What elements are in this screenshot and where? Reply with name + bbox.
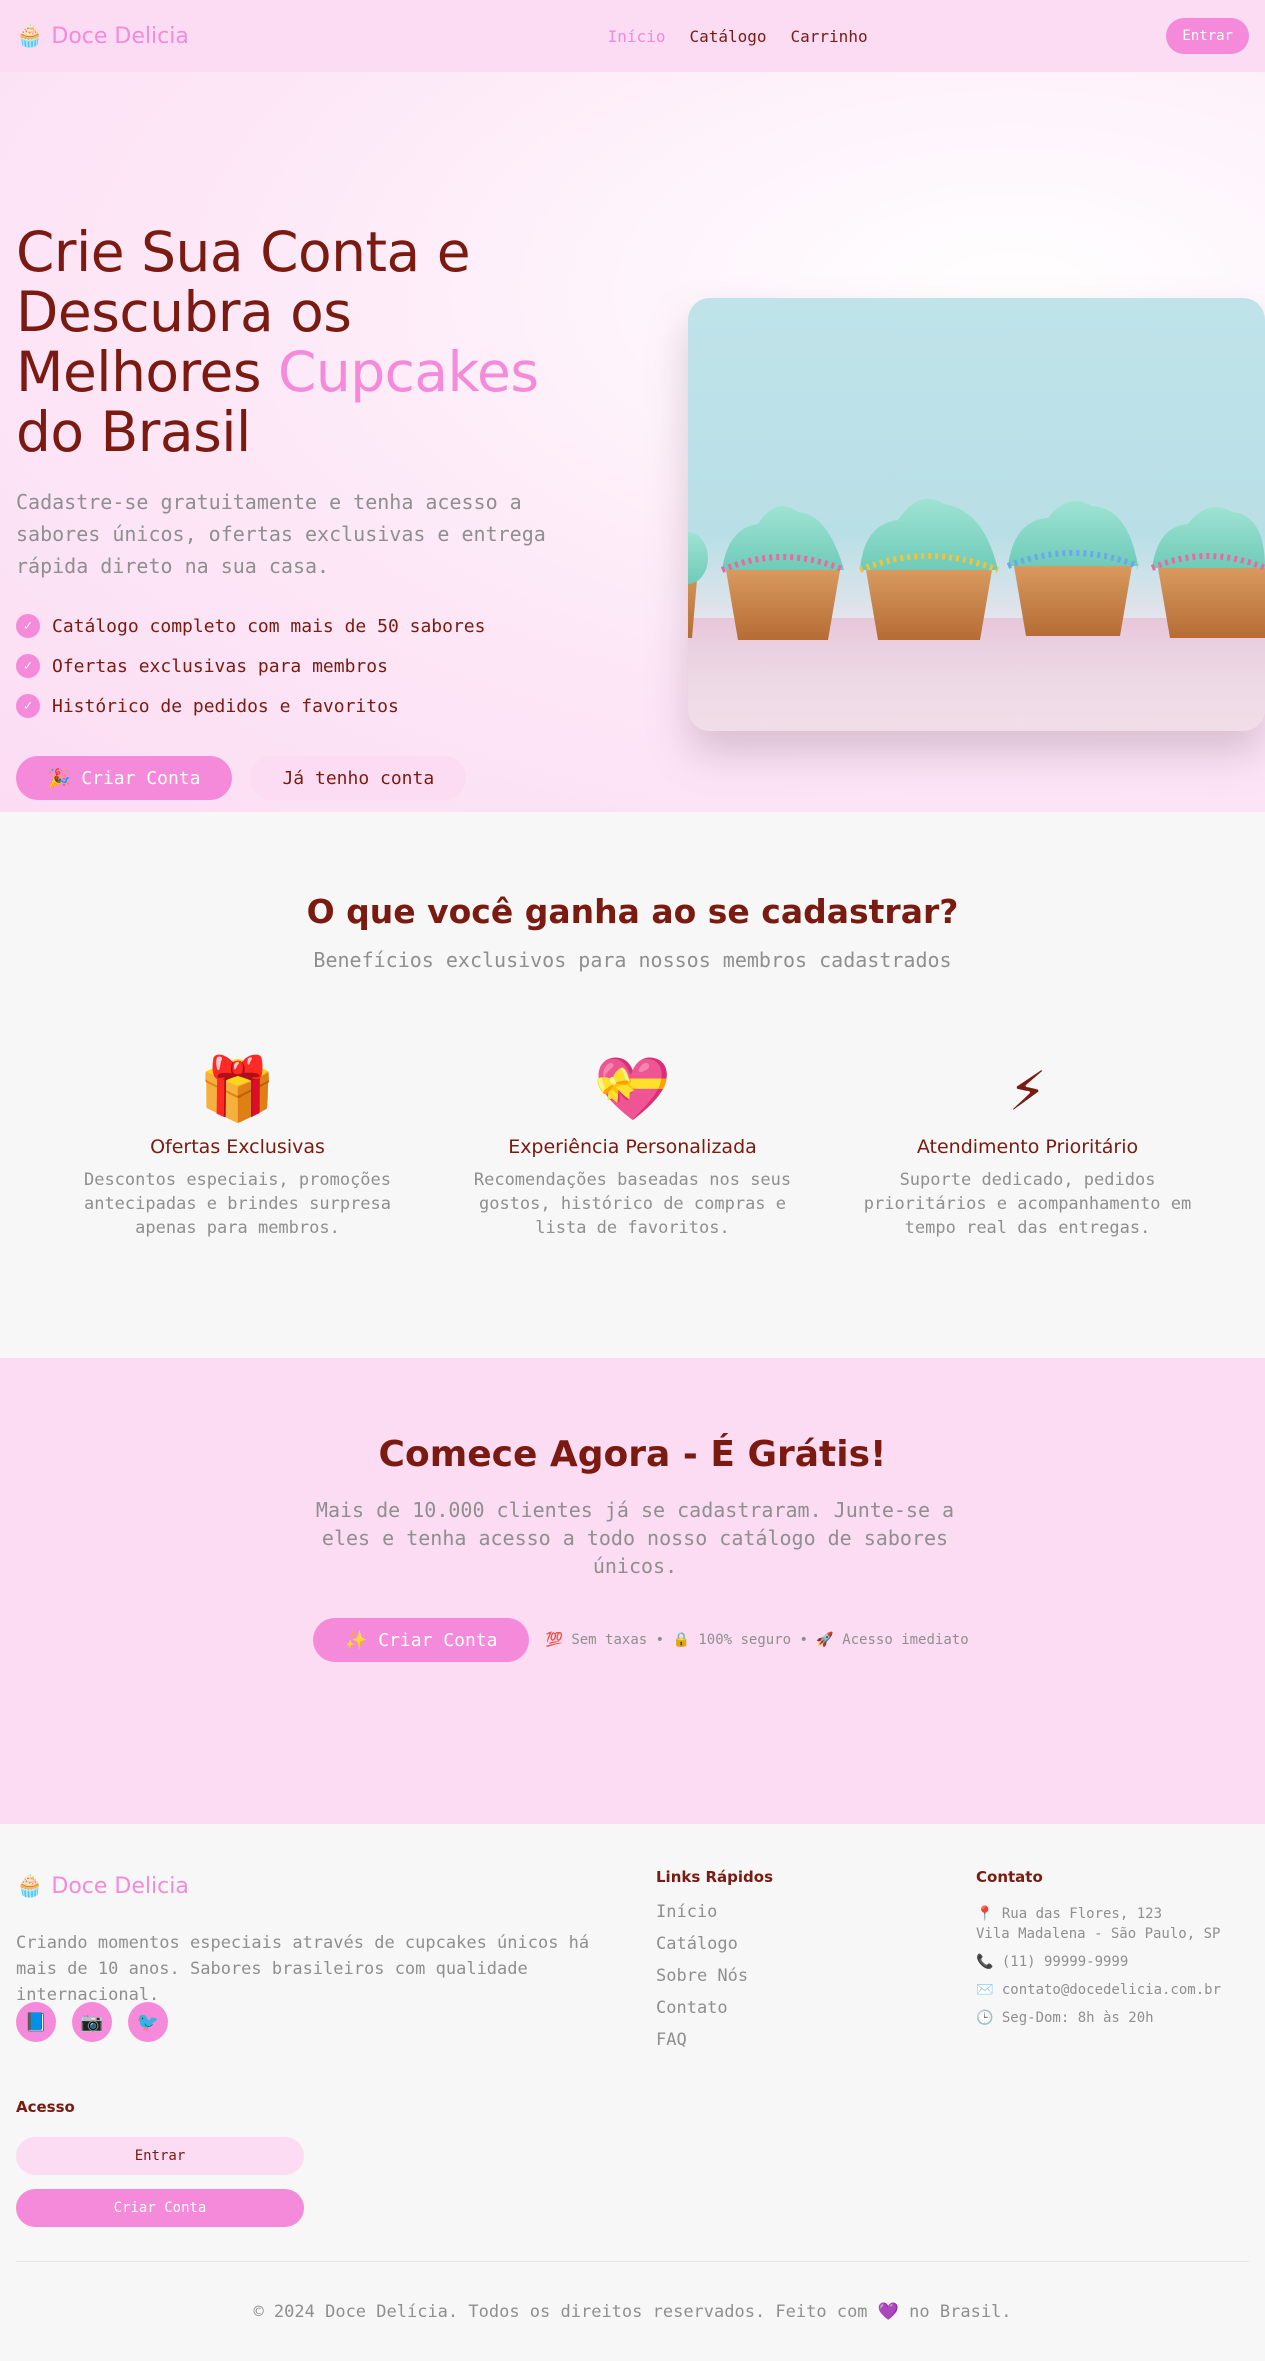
address-line-2: Vila Madalena - São Paulo, SP [976, 1926, 1221, 1942]
footer-logo[interactable]: 🧁 Doce Delicia [16, 1874, 189, 1899]
hero-title-line-4: do Brasil [16, 400, 251, 464]
benefit-card-title: Atendimento Prioritário [916, 1136, 1139, 1158]
benefits-subtitle: Benefícios exclusivos para nossos membro… [313, 948, 952, 972]
benefits-section: O que você ganha ao se cadastrar? Benefí… [0, 812, 1265, 1358]
benefit-card-priority: ⚡ Atendimento Prioritário Suporte dedica… [863, 1052, 1193, 1240]
address-line-1: 📍 Rua das Flores, 123 [976, 1906, 1163, 1922]
benefit-card-text: Recomendações baseadas nos seus gostos, … [473, 1170, 792, 1238]
gift-icon: 🎁 [198, 1052, 277, 1125]
footer-link-faq[interactable]: FAQ [656, 2030, 748, 2062]
cupcakes-illustration [688, 498, 1265, 731]
check-icon: ✓ [16, 654, 40, 678]
quick-links-heading: Links Rápidos [656, 1868, 774, 1886]
benefit-cards: 🎁 Ofertas Exclusivas Descontos especiais… [0, 1052, 1265, 1240]
heart-gift-icon: 💝 [593, 1052, 672, 1125]
cupcake-icon: 🧁 [16, 1874, 44, 1899]
hero-buttons: 🎉 Criar Conta Já tenho conta [16, 756, 636, 800]
hero-content: Crie Sua Conta e Descubra os Melhores Cu… [16, 222, 636, 800]
quick-links: Início Catálogo Sobre Nós Contato FAQ [656, 1902, 748, 2062]
hero-title-highlight: Cupcakes [277, 340, 539, 404]
camera-icon[interactable]: 📷 [72, 2002, 112, 2042]
hero-subtitle: Cadastre-se gratuitamente e tenha acesso… [16, 490, 546, 578]
footer-divider [16, 2261, 1249, 2262]
cupcakes-photo [688, 298, 1265, 731]
contact-phone: 📞 (11) 99999-9999 [976, 1954, 1129, 1970]
footer-signup-button[interactable]: Criar Conta [16, 2189, 304, 2227]
login-button[interactable]: Entrar [1166, 18, 1249, 54]
footer-link-inicio[interactable]: Início [656, 1902, 748, 1934]
benefit-card-text: Suporte dedicado, pedidos prioritários e… [863, 1170, 1192, 1238]
hero-title-line-1: Crie Sua Conta e [16, 220, 471, 284]
hero-title-line-3: Melhores [16, 340, 278, 404]
feature-text: Ofertas exclusivas para membros [52, 655, 388, 677]
benefit-card-title: Ofertas Exclusivas [150, 1136, 325, 1158]
brand-name: Doce Delicia [51, 23, 189, 49]
benefits-title: O que você ganha ao se cadastrar? [306, 892, 959, 931]
check-icon: ✓ [16, 614, 40, 638]
benefit-card-offers: 🎁 Ofertas Exclusivas Descontos especiais… [73, 1052, 403, 1240]
main-nav: Início Catálogo Carrinho [608, 27, 868, 46]
social-links: 📘 📷 🐦 [16, 2002, 168, 2042]
footer-login-button[interactable]: Entrar [16, 2137, 304, 2175]
cupcake-icon: 🧁 [16, 23, 44, 49]
copyright: © 2024 Doce Delícia. Todos os direitos r… [253, 2302, 1012, 2322]
cta-actions: ✨ Criar Conta 💯 Sem taxas • 🔒 100% segur… [313, 1618, 969, 1662]
hero-title: Crie Sua Conta e Descubra os Melhores Cu… [16, 222, 636, 462]
footer-link-catalogo[interactable]: Catálogo [656, 1934, 748, 1966]
cta-section: Comece Agora - É Grátis! Mais de 10.000 … [0, 1358, 1265, 1824]
cta-subtitle: Mais de 10.000 clientes já se cadastrara… [315, 1498, 955, 1578]
lightning-icon: ⚡ [1008, 1052, 1047, 1125]
contact-heading: Contato [976, 1868, 1043, 1886]
nav-link-inicio[interactable]: Início [608, 27, 666, 46]
contact-address: 📍 Rua das Flores, 123 Vila Madalena - Sã… [976, 1904, 1221, 1944]
footer-brand-name: Doce Delicia [51, 1874, 189, 1899]
benefit-card-personalized: 💝 Experiência Personalizada Recomendaçõe… [468, 1052, 798, 1240]
benefit-card-text: Descontos especiais, promoções antecipad… [83, 1170, 392, 1238]
check-icon: ✓ [16, 694, 40, 718]
bird-icon[interactable]: 🐦 [128, 2002, 168, 2042]
hero-title-line-2: Descubra os [16, 280, 352, 344]
footer: 🧁 Doce Delicia Criando momentos especiai… [0, 1824, 1265, 2361]
contact-email[interactable]: ✉️ contato@docedelicia.com.br [976, 1980, 1221, 2000]
create-account-button[interactable]: 🎉 Criar Conta [16, 756, 233, 800]
nav-link-carrinho[interactable]: Carrinho [791, 27, 868, 46]
nav-link-catalogo[interactable]: Catálogo [689, 27, 766, 46]
benefit-card-title: Experiência Personalizada [508, 1136, 757, 1158]
feature-text: Histórico de pedidos e favoritos [52, 695, 399, 717]
navbar: 🧁 Doce Delicia Início Catálogo Carrinho … [0, 0, 1265, 72]
feature-text: Catálogo completo com mais de 50 sabores [52, 615, 486, 637]
hero-feature-list: ✓ Catálogo completo com mais de 50 sabor… [16, 606, 636, 726]
footer-link-contato[interactable]: Contato [656, 1998, 748, 2030]
cta-note: 💯 Sem taxas • 🔒 100% seguro • 🚀 Acesso i… [545, 1632, 969, 1648]
list-item: ✓ Histórico de pedidos e favoritos [16, 686, 636, 726]
list-item: ✓ Catálogo completo com mais de 50 sabor… [16, 606, 636, 646]
footer-description: Criando momentos especiais através de cu… [16, 1933, 590, 2005]
brand-logo[interactable]: 🧁 Doce Delicia [16, 24, 189, 49]
hero-section: Crie Sua Conta e Descubra os Melhores Cu… [0, 72, 1265, 812]
contact-info: 📍 Rua das Flores, 123 Vila Madalena - Sã… [976, 1904, 1221, 2036]
cta-title: Comece Agora - É Grátis! [378, 1434, 887, 1475]
footer-link-sobre[interactable]: Sobre Nós [656, 1966, 748, 1998]
facebook-icon[interactable]: 📘 [16, 2002, 56, 2042]
access-heading: Acesso [16, 2098, 75, 2116]
list-item: ✓ Ofertas exclusivas para membros [16, 646, 636, 686]
contact-hours: 🕒 Seg-Dom: 8h às 20h [976, 2010, 1154, 2026]
cta-create-account-button[interactable]: ✨ Criar Conta [313, 1618, 530, 1662]
have-account-button[interactable]: Já tenho conta [250, 756, 467, 800]
